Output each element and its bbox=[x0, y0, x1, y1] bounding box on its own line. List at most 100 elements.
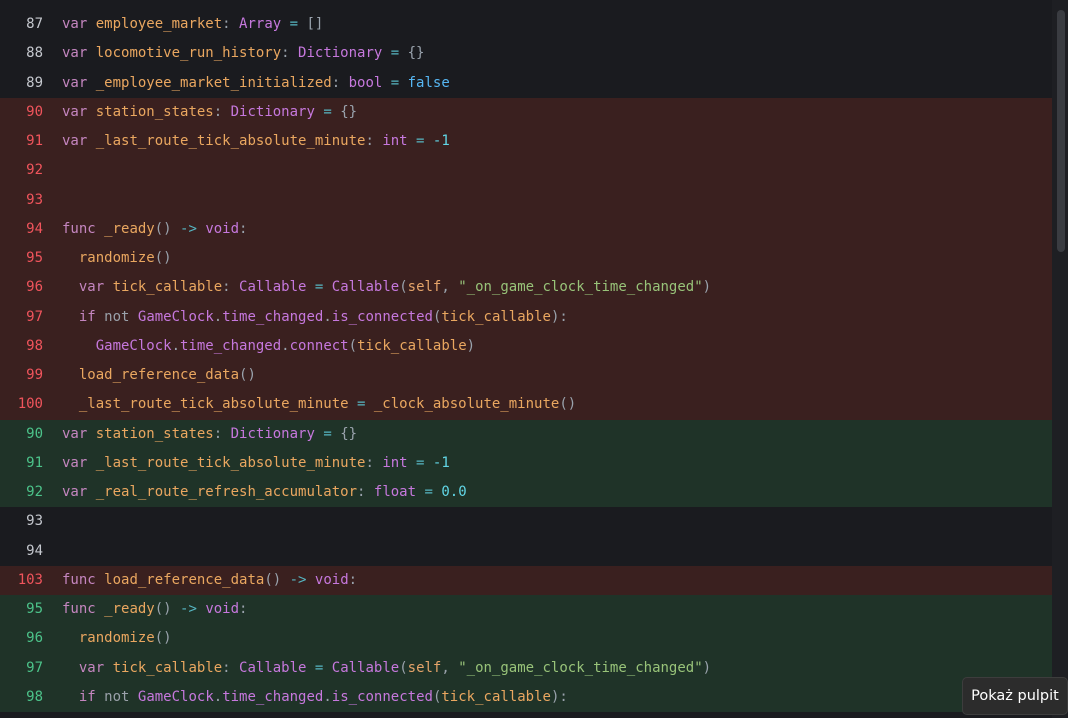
code-token: : bbox=[222, 659, 240, 676]
diff-line-removed[interactable]: 96 var tick_callable: Callable = Callabl… bbox=[0, 273, 1052, 303]
code-token: var bbox=[62, 103, 88, 120]
line-number: 100 bbox=[17, 396, 43, 413]
code-token: _last_route_tick_absolute_minute bbox=[95, 454, 366, 471]
code-token: = bbox=[314, 425, 341, 442]
diff-line-removed[interactable]: 93 bbox=[0, 185, 1052, 215]
diff-line-added[interactable]: 92 var _real_route_refresh_accumulator: f… bbox=[0, 478, 1052, 508]
diff-line-removed[interactable]: 91 var _last_route_tick_absolute_minute: … bbox=[0, 127, 1052, 157]
code-token: bool bbox=[348, 74, 383, 91]
code-text: var _employee_market_initialized: bool =… bbox=[62, 69, 450, 98]
diff-line-context[interactable]: 88 var locomotive_run_history: Dictionary… bbox=[0, 39, 1052, 68]
code-token: : bbox=[357, 484, 374, 500]
line-number: 95 bbox=[26, 601, 43, 617]
code-token: not bbox=[104, 688, 130, 705]
scrollbar-thumb[interactable] bbox=[1057, 10, 1065, 252]
code-token: var bbox=[62, 74, 88, 91]
code-token: {} bbox=[407, 45, 425, 62]
code-token: tick_callable bbox=[441, 688, 551, 705]
code-token: func bbox=[62, 601, 96, 617]
code-token: if bbox=[78, 688, 96, 705]
code-token: 0.0 bbox=[441, 484, 467, 500]
code-token: int bbox=[382, 454, 408, 471]
code-token: ( bbox=[348, 337, 358, 354]
diff-line-context[interactable]: 94 bbox=[0, 537, 1052, 566]
code-text: GameClock.time_changed.connect(tick_call… bbox=[62, 332, 475, 361]
code-token: _employee_market_initialized bbox=[95, 74, 332, 91]
diff-line-added[interactable]: 91 var _last_route_tick_absolute_minute: … bbox=[0, 448, 1052, 478]
line-number: 90 bbox=[26, 103, 43, 120]
code-token: {} bbox=[340, 103, 358, 120]
code-token: Array bbox=[239, 16, 282, 32]
code-token: Callable bbox=[239, 279, 307, 296]
code-token: . bbox=[171, 337, 181, 354]
code-token: . bbox=[213, 308, 223, 325]
code-token: var bbox=[78, 659, 105, 676]
diff-line-removed[interactable]: 100 _last_route_tick_absolute_minute = _… bbox=[0, 390, 1052, 420]
diff-line-added[interactable]: 95 func _ready() -> void: bbox=[0, 595, 1052, 625]
diff-view[interactable]: 87 var employee_market: Array = [] 88 var l… bbox=[0, 10, 1052, 712]
code-token: var bbox=[62, 16, 88, 32]
code-token: _real_route_refresh_accumulator bbox=[95, 484, 358, 500]
code-token: : bbox=[281, 45, 299, 62]
code-token: is_connected bbox=[331, 308, 433, 325]
diff-line-added[interactable]: 97 var tick_callable: Callable = Callabl… bbox=[0, 653, 1052, 683]
code-token: -> bbox=[180, 220, 197, 237]
diff-line-removed[interactable]: 97 if not GameClock.time_changed.is_conn… bbox=[0, 302, 1052, 332]
line-number: 88 bbox=[26, 45, 43, 62]
code-token: GameClock bbox=[137, 688, 214, 705]
code-text: if not GameClock.time_changed.is_connect… bbox=[62, 683, 568, 712]
code-token: connect bbox=[289, 337, 349, 354]
code-token: Dictionary bbox=[298, 45, 383, 62]
diff-line-added[interactable]: 98 if not GameClock.time_changed.is_conn… bbox=[0, 682, 1052, 712]
code-token: Callable bbox=[239, 659, 307, 676]
code-text: randomize() bbox=[62, 624, 172, 653]
code-token: ) bbox=[702, 659, 712, 676]
diff-line-added[interactable]: 96 randomize() bbox=[0, 624, 1052, 654]
code-token: tick_callable bbox=[441, 308, 551, 325]
line-number: 92 bbox=[26, 162, 43, 179]
line-number: 95 bbox=[26, 250, 43, 266]
code-token: float bbox=[373, 484, 417, 500]
diff-line-removed[interactable]: 103 func load_reference_data() -> void: bbox=[0, 565, 1052, 595]
code-token: () bbox=[154, 630, 172, 647]
diff-line-removed[interactable]: 92 bbox=[0, 156, 1052, 186]
line-number: 94 bbox=[26, 220, 43, 237]
vertical-scrollbar[interactable] bbox=[1052, 0, 1068, 718]
code-token: time_changed bbox=[222, 308, 324, 325]
code-token: self bbox=[407, 279, 442, 296]
code-token: station_states bbox=[95, 425, 214, 442]
code-text: var station_states: Dictionary = {} bbox=[62, 420, 357, 449]
code-token: : bbox=[222, 16, 240, 32]
code-token: = bbox=[306, 279, 332, 296]
diff-line-removed[interactable]: 98 GameClock.time_changed.connect(tick_c… bbox=[0, 331, 1052, 361]
diff-line-removed[interactable]: 94 func _ready() -> void: bbox=[0, 214, 1052, 244]
code-token: -> bbox=[289, 571, 307, 588]
diff-line-context[interactable]: 87 var employee_market: Array = [] bbox=[0, 10, 1052, 39]
code-token: -> bbox=[180, 601, 197, 617]
diff-line-removed[interactable]: 99 load_reference_data() bbox=[0, 361, 1052, 391]
code-token: _clock_absolute_minute bbox=[373, 396, 560, 413]
line-number: 91 bbox=[26, 454, 43, 471]
diff-line-removed[interactable]: 95 randomize() bbox=[0, 244, 1052, 274]
diff-line-removed[interactable]: 90 var station_states: Dictionary = {} bbox=[0, 97, 1052, 127]
diff-line-added[interactable]: 90 var station_states: Dictionary = {} bbox=[0, 419, 1052, 449]
code-token: ) bbox=[702, 279, 712, 296]
code-token: : bbox=[348, 571, 358, 588]
code-text: var employee_market: Array = [] bbox=[62, 10, 323, 39]
code-token: var bbox=[62, 484, 88, 500]
code-token: "_on_game_clock_time_changed" bbox=[458, 279, 703, 296]
diff-line-context[interactable]: 93 bbox=[0, 507, 1052, 536]
code-token: () bbox=[154, 220, 181, 237]
code-text: var tick_callable: Callable = Callable(s… bbox=[62, 654, 711, 683]
code-token: . bbox=[323, 308, 332, 325]
diff-line-context[interactable]: 89 var _employee_market_initialized: bool… bbox=[0, 69, 1052, 98]
code-token: false bbox=[407, 74, 450, 91]
code-token: . bbox=[213, 688, 223, 705]
